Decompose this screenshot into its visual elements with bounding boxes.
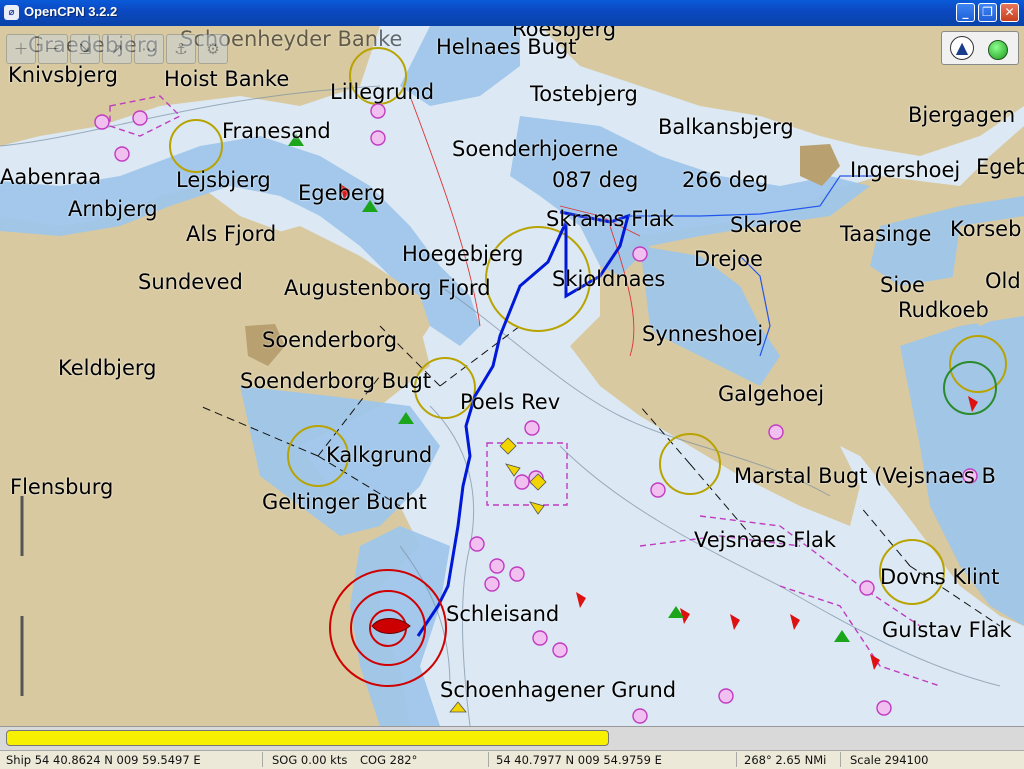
place-label: Korseb	[950, 217, 1022, 241]
place-label: Poels Rev	[460, 390, 561, 414]
place-label: Schoenhagener Grund	[440, 678, 677, 702]
place-label: Als Fjord	[186, 222, 277, 246]
place-label: Gulstav Flak	[882, 618, 1012, 642]
scale-in-icon[interactable]: ⇲	[70, 34, 100, 64]
place-label: Soenderborg Bugt	[240, 369, 432, 393]
place-label: Knivsbjerg	[8, 63, 118, 87]
speed-over-ground: SOG 0.00 kts	[272, 753, 348, 767]
minimize-button[interactable]: _	[956, 3, 975, 22]
place-label: Hoegebjerg	[402, 242, 524, 266]
place-label: Skrams Flak	[546, 207, 675, 231]
place-label: Franesand	[222, 119, 331, 143]
place-label: Sioe	[880, 273, 925, 297]
title-bar: ⌀ OpenCPN 3.2.2 _ ❐ ✕	[0, 0, 1024, 26]
chart-bar-key-active[interactable]	[6, 730, 609, 746]
status-bar: Ship 54 40.8624 N 009 59.5497 E SOG 0.00…	[0, 750, 1024, 769]
place-label: Taasinge	[840, 222, 932, 246]
heading-label: 266 deg	[682, 168, 769, 192]
place-label: Old	[985, 269, 1021, 293]
settings-icon[interactable]: ⚙	[198, 34, 228, 64]
place-label: Galgehoej	[718, 382, 825, 406]
place-label: Ingershoej	[850, 158, 961, 182]
place-label: Tostebjerg	[530, 82, 638, 106]
window-title: OpenCPN 3.2.2	[24, 4, 118, 19]
place-label: Lejsbjerg	[176, 168, 271, 192]
place-label: Sundeved	[138, 270, 243, 294]
place-label: Dovns Klint	[880, 565, 1000, 589]
place-label: Augustenborg Fjord	[284, 276, 491, 300]
place-label: Egeberg	[298, 181, 386, 205]
main-toolbar: ＋ － ⇲ ↗ ⋯ ⚓ ⚙	[6, 34, 228, 66]
place-label: Synneshoej	[642, 322, 764, 346]
place-label: Marstal Bugt (Vejsnaes B	[734, 464, 996, 488]
close-button[interactable]: ✕	[1000, 3, 1019, 22]
place-label: Kalkgrund	[326, 443, 433, 467]
maximize-button[interactable]: ❐	[978, 3, 997, 22]
place-label: Rudkoeb	[898, 298, 989, 322]
place-label: Egeb	[976, 155, 1024, 179]
place-label: Helnaes Bugt	[436, 35, 577, 59]
place-label: Skjoldnaes	[552, 267, 666, 291]
zoom-in-icon[interactable]: ＋	[6, 34, 36, 64]
place-label: Geltinger Bucht	[262, 490, 427, 514]
cursor-bearing-distance: 268° 2.65 NMi	[744, 753, 827, 767]
anchor-icon[interactable]: ⚓	[166, 34, 196, 64]
place-label: Vejsnaes Flak	[694, 528, 837, 552]
chart-scale: Scale 294100	[850, 753, 929, 767]
place-label: Balkansbjerg	[658, 115, 794, 139]
place-label: Aabenraa	[0, 165, 102, 189]
place-label: Soenderhjoerne	[452, 137, 619, 161]
north-up-icon: ▲	[950, 36, 974, 60]
place-label: Bjergagen	[908, 103, 1016, 127]
opencpn-app-icon[interactable]: ⌀	[4, 5, 19, 20]
track-icon[interactable]: ⋯	[134, 34, 164, 64]
place-label: Lillegrund	[330, 80, 435, 104]
place-label: Keldbjerg	[58, 356, 157, 380]
place-label: Drejoe	[694, 247, 763, 271]
chart-canvas[interactable]: Graedebjerg Schoenheyder Banke Roesbjerg…	[0, 26, 1024, 726]
cursor-position: 54 40.7977 N 009 54.9759 E	[496, 753, 662, 767]
gps-status-icon	[988, 40, 1008, 60]
place-label: Arnbjerg	[68, 197, 158, 221]
ship-position: Ship 54 40.8624 N 009 59.5497 E	[6, 753, 201, 767]
compass-widget[interactable]: ▲	[941, 31, 1019, 65]
place-label: Schleisand	[446, 602, 560, 626]
place-label: Hoist Banke	[164, 67, 290, 91]
zoom-out-icon[interactable]: －	[38, 34, 68, 64]
heading-label: 087 deg	[552, 168, 639, 192]
route-icon[interactable]: ↗	[102, 34, 132, 64]
course-over-ground: COG 282°	[360, 753, 418, 767]
place-label: Flensburg	[10, 475, 114, 499]
place-label: Skaroe	[730, 213, 802, 237]
place-label: Soenderborg	[262, 328, 398, 352]
chart-bar	[0, 726, 1024, 751]
